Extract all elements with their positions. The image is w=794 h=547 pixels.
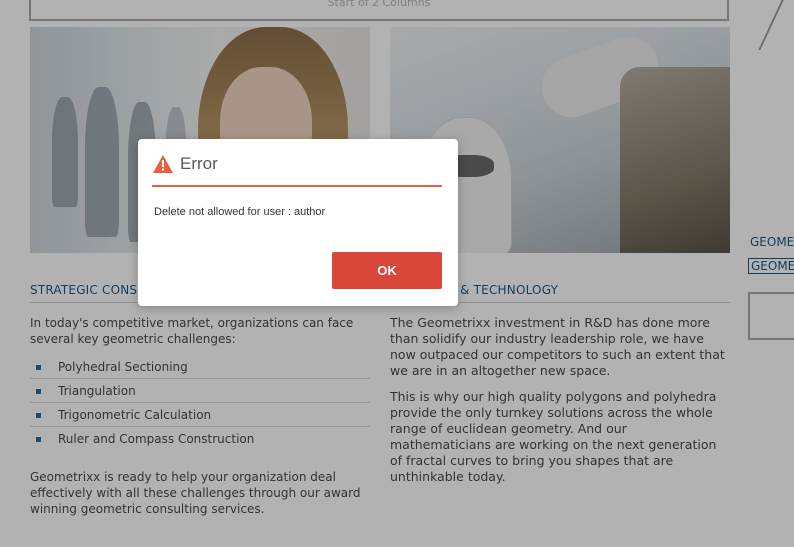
warning-icon: [153, 155, 173, 173]
error-dialog: Error Delete not allowed for user : auth…: [138, 139, 458, 306]
dialog-message: Delete not allowed for user : author: [154, 206, 326, 218]
page: Start of 2 Columns STRATEGIC CONSULTING …: [0, 0, 794, 547]
dialog-header: Error: [152, 151, 442, 187]
dialog-title: Error: [180, 154, 218, 173]
ok-button[interactable]: OK: [332, 252, 442, 289]
